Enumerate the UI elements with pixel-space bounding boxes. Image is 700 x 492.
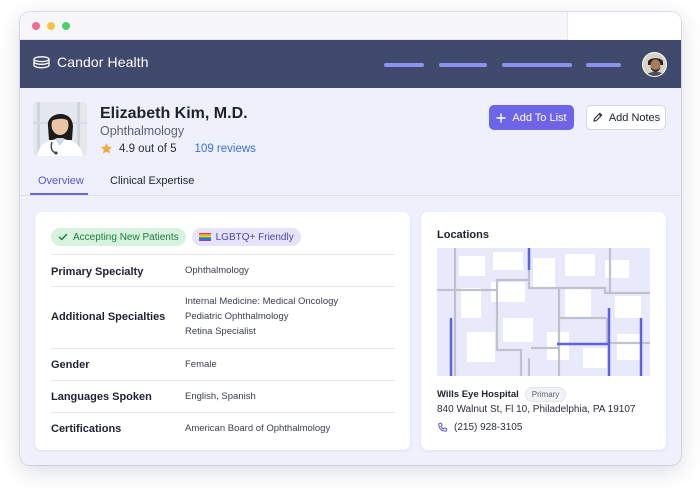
lgbtq-friendly-badge: LGBTQ+ Friendly bbox=[191, 228, 301, 246]
plus-icon bbox=[496, 112, 507, 123]
nav-item-4[interactable] bbox=[586, 63, 621, 67]
nav-item-1[interactable] bbox=[384, 63, 424, 67]
user-avatar-image bbox=[643, 53, 666, 76]
brand-name: Candor Health bbox=[57, 54, 149, 70]
pride-flag-icon bbox=[198, 233, 211, 241]
doctor-specialty: Ophthalmology bbox=[100, 124, 185, 138]
active-tab-indicator bbox=[30, 193, 88, 195]
location-map[interactable] bbox=[437, 248, 650, 376]
doctor-photo bbox=[33, 102, 87, 156]
minimize-window-dot[interactable] bbox=[47, 22, 55, 30]
accepting-patients-badge: Accepting New Patients bbox=[51, 228, 186, 246]
browser-tab[interactable] bbox=[567, 12, 681, 40]
phone-line[interactable]: (215) 928-3105 bbox=[437, 422, 522, 433]
browser-window: Candor Health Elizabeth Kim, M.D. Ophtha… bbox=[20, 12, 681, 465]
info-row-gender: Gender Female bbox=[51, 348, 395, 380]
info-label: Languages Spoken bbox=[51, 391, 152, 403]
profile-header: Elizabeth Kim, M.D. Ophthalmology 4.9 ou… bbox=[20, 88, 681, 196]
nav-item-2[interactable] bbox=[439, 63, 487, 67]
brand[interactable]: Candor Health bbox=[33, 54, 149, 70]
star-icon bbox=[100, 143, 113, 154]
reviews-link[interactable]: 109 reviews bbox=[195, 143, 256, 155]
add-notes-label: Add Notes bbox=[608, 111, 661, 124]
hospital-name[interactable]: Wills Eye Hospital bbox=[437, 389, 519, 400]
add-to-list-button[interactable]: Add To List bbox=[489, 105, 574, 130]
primary-location-tag: Primary bbox=[524, 387, 567, 402]
info-row-primary-specialty: Primary Specialty Ophthalmology bbox=[51, 254, 395, 286]
maximize-window-dot[interactable] bbox=[62, 22, 70, 30]
app-header: Candor Health bbox=[20, 40, 681, 88]
tab-overview[interactable]: Overview bbox=[38, 175, 84, 187]
add-to-list-label: Add To List bbox=[512, 111, 567, 124]
doctor-name: Elizabeth Kim, M.D. bbox=[100, 105, 248, 122]
badge-list: Accepting New Patients LGBTQ+ Friendly bbox=[51, 228, 301, 246]
phone-number: (215) 928-3105 bbox=[454, 422, 523, 433]
info-row-certifications: Certifications American Board of Ophthal… bbox=[51, 412, 395, 444]
info-row-languages: Languages Spoken English, Spanish bbox=[51, 380, 395, 412]
info-value: Ophthalmology bbox=[185, 265, 249, 276]
rating-summary: 4.9 out of 5 109 reviews bbox=[100, 142, 256, 155]
overview-card: Accepting New Patients LGBTQ+ Friendly P… bbox=[35, 212, 410, 450]
locations-card: Locations Wills Eye Hospital Primary 840… bbox=[421, 212, 666, 450]
info-row-additional-specialties: Additional Specialties Internal Medicine… bbox=[51, 286, 395, 348]
info-value: English, Spanish bbox=[185, 391, 256, 402]
add-notes-button[interactable]: Add Notes bbox=[586, 105, 666, 130]
hospital-line: Wills Eye Hospital Primary bbox=[437, 387, 567, 402]
tab-clinical-expertise[interactable]: Clinical Expertise bbox=[110, 175, 194, 187]
brand-logo-icon bbox=[33, 55, 50, 68]
info-label: Certifications bbox=[51, 423, 122, 435]
info-value: Retina Specialist bbox=[185, 326, 256, 337]
info-value: Pediatric Ophthalmology bbox=[185, 311, 289, 322]
close-window-dot[interactable] bbox=[32, 22, 40, 30]
info-label: Gender bbox=[51, 359, 90, 371]
user-avatar[interactable] bbox=[642, 52, 667, 77]
nav-item-3[interactable] bbox=[502, 63, 572, 67]
locations-title: Locations bbox=[437, 229, 489, 241]
map-graphic bbox=[437, 248, 650, 376]
info-label: Additional Specialties bbox=[51, 311, 166, 323]
doctor-photo-image bbox=[33, 102, 87, 156]
profile-tabs: Overview Clinical Expertise bbox=[20, 173, 681, 196]
info-value: American Board of Ophthalmology bbox=[185, 423, 331, 434]
check-icon bbox=[58, 233, 68, 241]
accepting-patients-text: Accepting New Patients bbox=[73, 231, 179, 243]
window-titlebar bbox=[20, 12, 681, 40]
hospital-address: 840 Walnut St, Fl 10, Philadelphia, PA 1… bbox=[437, 404, 636, 415]
info-label: Primary Specialty bbox=[51, 266, 144, 278]
info-value: Internal Medicine: Medical Oncology bbox=[185, 296, 339, 307]
lgbtq-friendly-text: LGBTQ+ Friendly bbox=[215, 231, 294, 243]
rating-text: 4.9 out of 5 bbox=[119, 142, 177, 155]
info-value: Female bbox=[185, 359, 217, 370]
phone-icon bbox=[438, 422, 448, 432]
pencil-icon bbox=[593, 112, 603, 122]
